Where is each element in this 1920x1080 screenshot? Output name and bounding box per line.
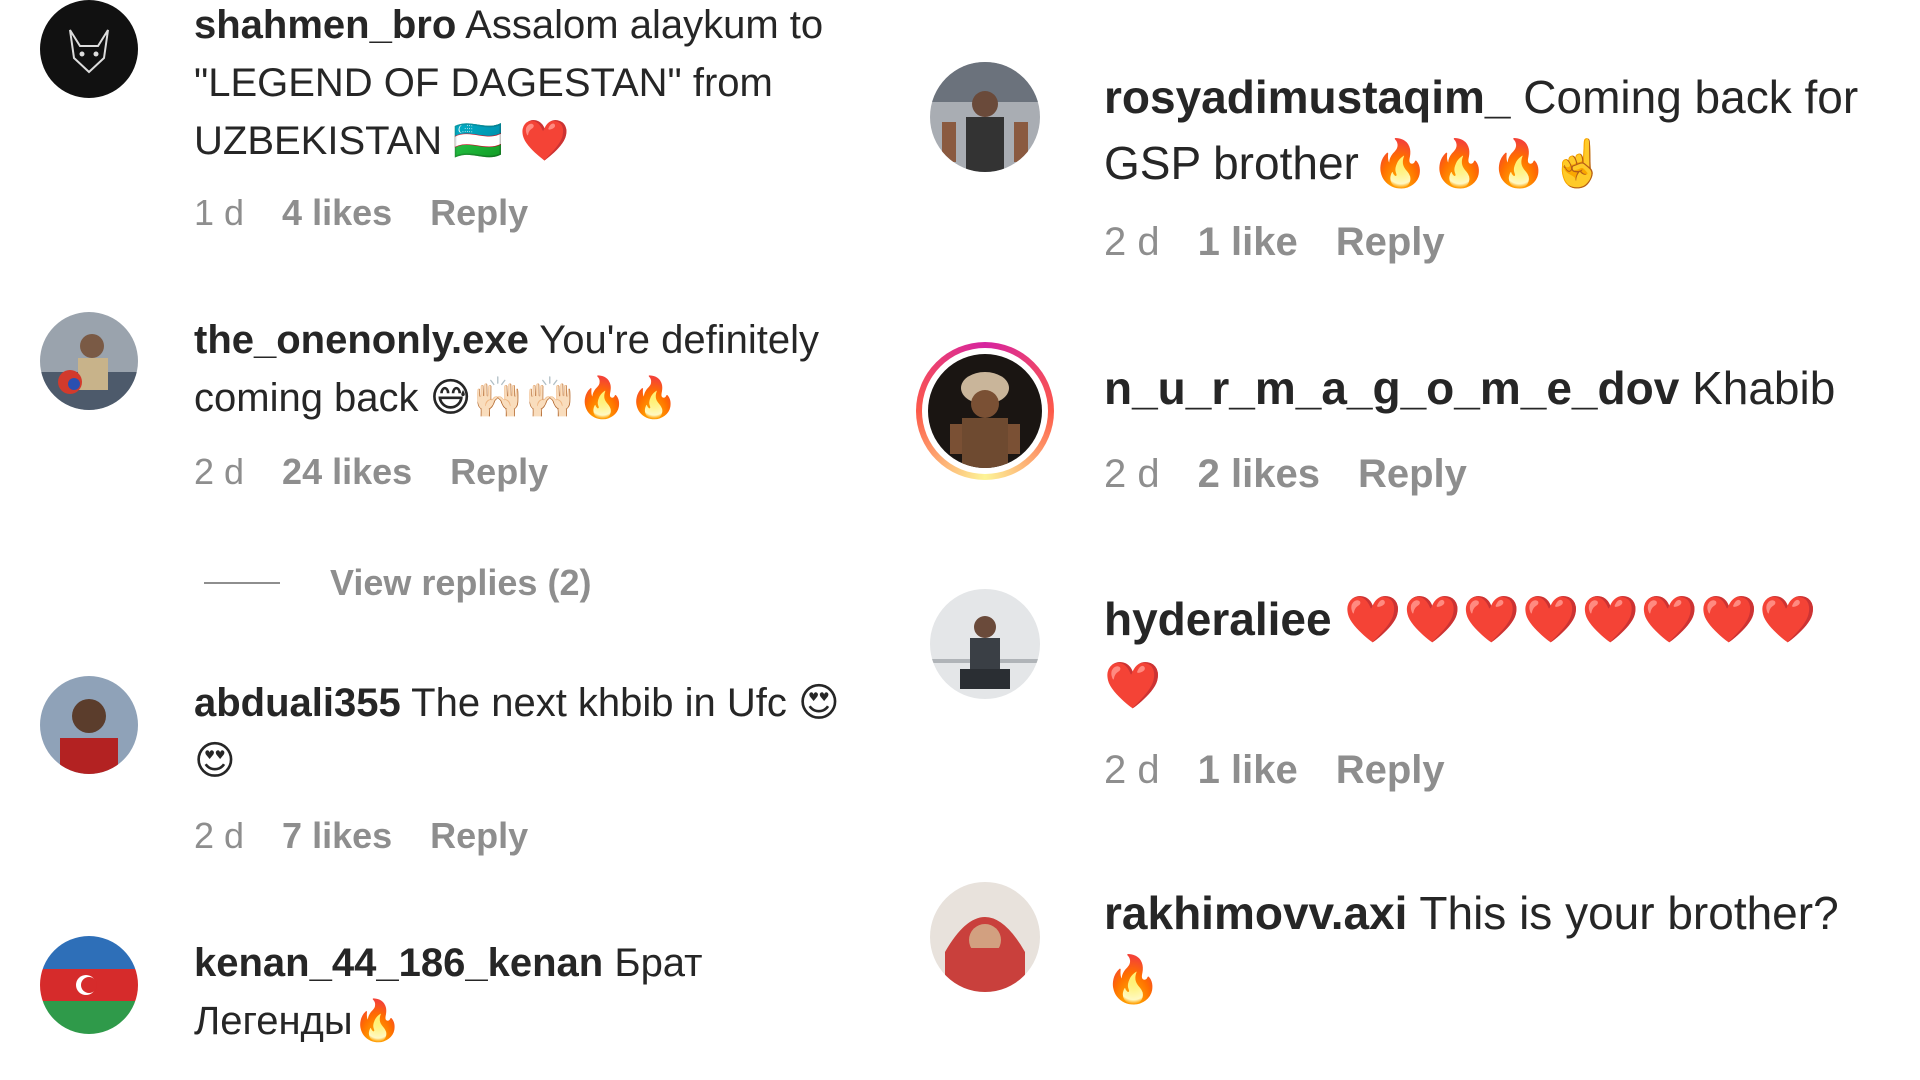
comment-body: rosyadimustaqim_ Coming back for GSP bro… (1104, 64, 1904, 196)
comment-meta: 1 d 4 likes Reply (194, 192, 528, 234)
timestamp: 2 d (1104, 452, 1160, 496)
timestamp: 1 d (194, 192, 245, 233)
username[interactable]: shahmen_bro (194, 3, 456, 47)
comment-text: Assalom alaykum to (465, 3, 824, 47)
comment-meta: 2 d 7 likes Reply (194, 815, 528, 857)
likes-count[interactable]: 1 like (1198, 220, 1298, 265)
comment-body: rakhimovv.axi This is your brother? 🔥 (1104, 880, 1904, 1012)
username[interactable]: rakhimovv.axi (1104, 887, 1407, 939)
avatar[interactable] (40, 936, 138, 1034)
comment-body: n_u_r_m_a_g_o_m_e_dov Khabib (1104, 355, 1904, 421)
emoji: 😍 (798, 680, 842, 726)
view-replies-label[interactable]: View replies (2) (330, 562, 591, 604)
view-replies-button[interactable]: View replies (2) (204, 561, 591, 605)
likes-count[interactable]: 7 likes (282, 815, 392, 857)
comment-body: kenan_44_186_kenan Брат Легенды🔥 (194, 934, 894, 1050)
avatar[interactable] (40, 312, 138, 410)
emoji: 😍 (194, 738, 238, 784)
reply-button[interactable]: Reply (1336, 748, 1445, 793)
avatar[interactable] (930, 882, 1040, 992)
reply-button[interactable]: Reply (430, 815, 528, 857)
avatar[interactable] (40, 676, 138, 774)
comment-body: hyderaliee ❤️❤️❤️❤️❤️❤️❤️❤️ ❤️ (1104, 586, 1904, 718)
comment-text: The next khbib in Ufc (411, 681, 787, 725)
timestamp: 2 d (1104, 748, 1160, 792)
username[interactable]: hyderaliee (1104, 593, 1332, 645)
comment-body: shahmen_bro Assalom alaykum to "LEGEND O… (194, 0, 894, 170)
reply-button[interactable]: Reply (1336, 220, 1445, 265)
reply-button[interactable]: Reply (1358, 452, 1467, 497)
comment-text-line: UZBEKISTAN (194, 119, 443, 163)
comment-meta: 2 d 1 like Reply (1104, 748, 1445, 793)
comment-meta: 2 d 2 likes Reply (1104, 452, 1467, 497)
comment-text-line: "LEGEND OF DAGESTAN" from (194, 61, 773, 105)
comment-text-line: GSP brother (1104, 137, 1359, 189)
likes-count[interactable]: 4 likes (282, 192, 392, 234)
likes-count[interactable]: 24 likes (282, 451, 412, 493)
username[interactable]: rosyadimustaqim_ (1104, 71, 1510, 123)
emoji: 🔥 (1104, 952, 1164, 1006)
reply-button[interactable]: Reply (450, 451, 548, 493)
comment-text: This is your brother? (1419, 887, 1839, 939)
username[interactable]: the_onenonly.exe (194, 318, 529, 362)
comment-meta: 2 d 1 like Reply (1104, 220, 1445, 265)
comment-text-line: coming back (194, 376, 419, 420)
timestamp: 2 d (194, 815, 245, 856)
timestamp: 2 d (194, 451, 245, 492)
likes-count[interactable]: 1 like (1198, 748, 1298, 793)
avatar[interactable] (930, 589, 1040, 699)
divider-line (204, 582, 280, 584)
comment-meta: 2 d 24 likes Reply (194, 451, 548, 493)
emoji: 🔥🔥🔥☝️ (1371, 136, 1609, 190)
comment-text-line: Легенды (194, 999, 353, 1043)
comment-text: You're definitely (539, 318, 819, 362)
likes-count[interactable]: 2 likes (1198, 452, 1320, 497)
username[interactable]: abduali355 (194, 681, 401, 725)
emoji: 🇺🇿 ❤️ (453, 118, 572, 164)
emoji: 😅🙌🏻🙌🏻🔥🔥 (429, 375, 681, 421)
comment-body: the_onenonly.exe You're definitely comin… (194, 311, 894, 427)
avatar[interactable] (930, 62, 1040, 172)
avatar[interactable] (40, 0, 138, 98)
comment-text: Брат (614, 941, 703, 985)
comment-text: Coming back for (1523, 71, 1859, 123)
username[interactable]: kenan_44_186_kenan (194, 941, 603, 985)
avatar[interactable] (928, 354, 1042, 468)
username[interactable]: n_u_r_m_a_g_o_m_e_dov (1104, 362, 1679, 414)
timestamp: 2 d (1104, 220, 1160, 264)
emoji: ❤️ (1104, 658, 1164, 712)
comment-body: abduali355 The next khbib in Ufc 😍 😍 (194, 674, 894, 790)
emoji: ❤️❤️❤️❤️❤️❤️❤️❤️ (1344, 592, 1819, 646)
reply-button[interactable]: Reply (430, 192, 528, 234)
comment-text: Khabib (1692, 362, 1836, 414)
emoji: 🔥 (352, 998, 405, 1044)
